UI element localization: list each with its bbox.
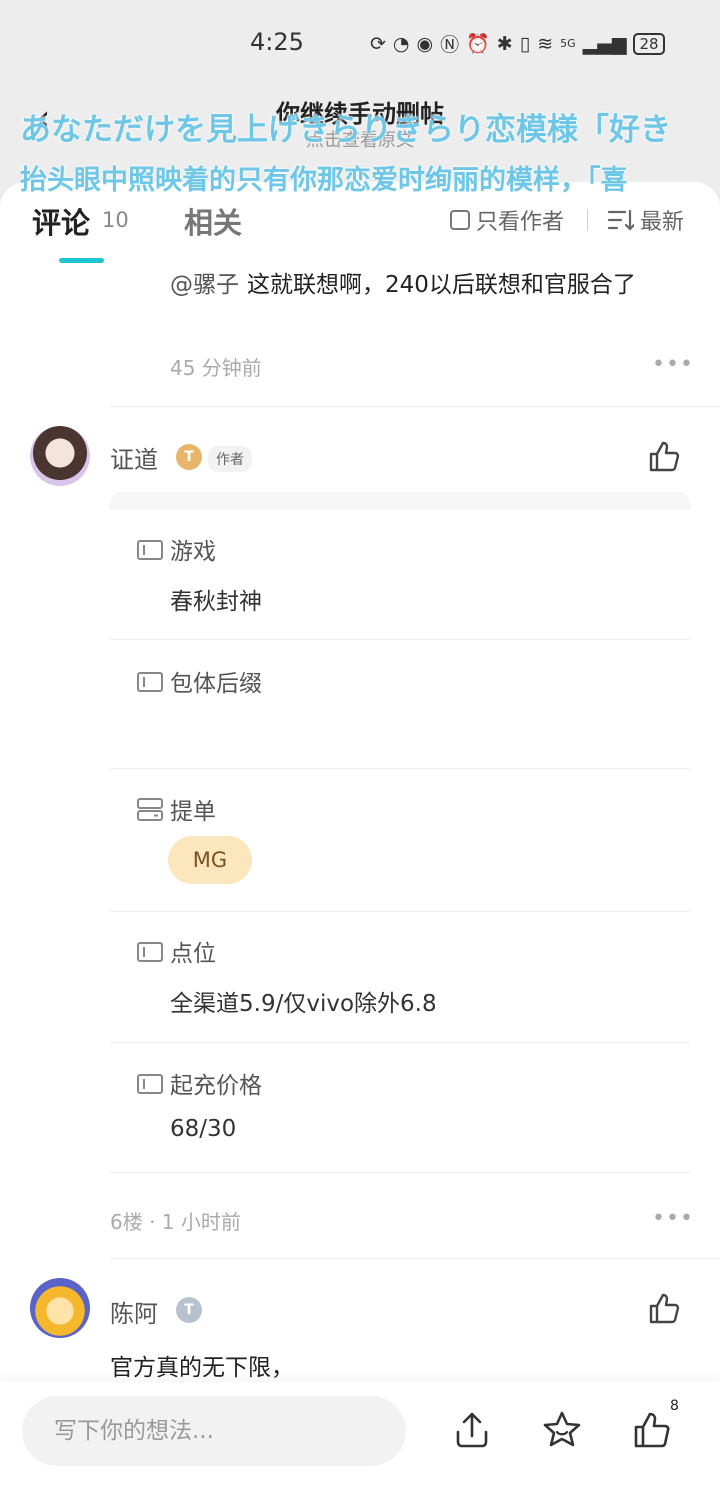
divider (110, 768, 690, 769)
author-badge: 作者 (208, 446, 252, 472)
divider (110, 1042, 690, 1043)
status-bar: 4:25 ⟳ ◔ ◉ Ⓝ ⏰ ✱ ▯ ≋ 5G ▂▄▆ 28 (0, 0, 720, 86)
nfc-icon: Ⓝ (440, 34, 460, 56)
vibrate-icon: ▯ (519, 32, 531, 55)
tag-pill: MG (168, 836, 252, 884)
field-label: 游戏 (170, 539, 216, 565)
divider (587, 209, 588, 231)
field-icon (137, 672, 163, 692)
divider (110, 406, 720, 407)
sort-label: 最新 (640, 210, 685, 235)
username[interactable]: 证道 (110, 440, 158, 475)
field-icon (137, 942, 163, 962)
reply-content: 这就联想啊，240以后联想和官服合了 (247, 272, 636, 298)
field-value: 春秋封神 (170, 589, 262, 615)
field-label: 点位 (170, 941, 216, 967)
form-fields: 游戏 春秋封神 包体后缀 提单 MG 点位 全渠道5.9/仅vivo除外6.8 (110, 492, 690, 1173)
battery-indicator: 28 (633, 32, 665, 55)
comments-count: 10 (102, 208, 129, 232)
share-icon[interactable] (452, 1410, 492, 1450)
username[interactable]: 陈阿 (110, 1294, 158, 1329)
eye-icon: ◉ (416, 32, 434, 55)
speedometer-icon: ◔ (392, 32, 410, 55)
like-icon[interactable] (647, 1292, 681, 1326)
favorite-icon[interactable] (542, 1410, 582, 1450)
danmaku-text: あなただけを見上げきらりきらり恋模様「好き (20, 112, 671, 148)
mention-link[interactable]: @骡子 (170, 272, 239, 298)
more-icon[interactable]: ••• (652, 1206, 694, 1231)
avatar[interactable] (30, 1278, 90, 1338)
divider (110, 911, 690, 912)
comment-text: 官方真的无下限， (110, 1355, 294, 1381)
field-label: 起充价格 (170, 1073, 262, 1099)
avatar[interactable] (30, 426, 90, 486)
author-only-toggle[interactable]: 只看作者 (450, 204, 564, 236)
wifi-icon: ≋ (537, 32, 554, 55)
bluetooth-icon: ✱ (496, 32, 513, 55)
reply-timestamp: 45 分钟前 (170, 356, 262, 380)
like-count: 8 (670, 1398, 679, 1414)
like-icon[interactable] (647, 440, 681, 474)
level-badge: T (176, 444, 202, 470)
field-icon (137, 540, 163, 560)
alarm-icon: ⏰ (466, 33, 490, 55)
status-time: 4:25 (250, 28, 304, 56)
checkbox-icon[interactable] (450, 210, 470, 230)
sort-icon (608, 209, 634, 231)
field-label: 提单 (170, 799, 216, 825)
bottom-bar: 写下你的想法... 8 (0, 1382, 720, 1485)
danmaku-text: 抬头眼中照映着的只有你那恋爱时绚丽的模样，「喜 (20, 165, 628, 196)
field-value: 全渠道5.9/仅vivo除外6.8 (170, 991, 437, 1017)
floor-timestamp: 6楼 · 1 小时前 (110, 1210, 241, 1234)
network-label: 5G (560, 37, 576, 50)
more-icon[interactable]: ••• (652, 352, 694, 377)
divider (110, 1172, 690, 1173)
divider (110, 639, 690, 640)
like-icon[interactable] (632, 1410, 672, 1450)
sort-button[interactable]: 最新 (608, 204, 684, 236)
level-badge: T (176, 1297, 202, 1323)
list-icon (137, 798, 163, 821)
field-label: 包体后缀 (170, 671, 262, 697)
sync-icon: ⟳ (370, 32, 386, 55)
field-icon (137, 1074, 163, 1094)
comment-input[interactable]: 写下你的想法... (22, 1396, 406, 1466)
active-tab-indicator (59, 258, 104, 263)
form-header (110, 492, 690, 510)
author-only-label: 只看作者 (476, 210, 565, 235)
signal-icon: ▂▄▆ (582, 32, 627, 55)
divider (110, 1258, 720, 1259)
tab-comments[interactable]: 评论 (32, 200, 90, 242)
status-icons: ⟳ ◔ ◉ Ⓝ ⏰ ✱ ▯ ≋ 5G ▂▄▆ 28 (370, 30, 665, 57)
field-value: 68/30 (170, 1116, 237, 1142)
comments-panel: 评论 10 相关 只看作者 最新 @骡子 这就联想啊，240以后联想和官服合了 4… (0, 182, 720, 1382)
reply-text: @骡子 这就联想啊，240以后联想和官服合了 (170, 262, 690, 308)
tab-related[interactable]: 相关 (184, 200, 242, 242)
